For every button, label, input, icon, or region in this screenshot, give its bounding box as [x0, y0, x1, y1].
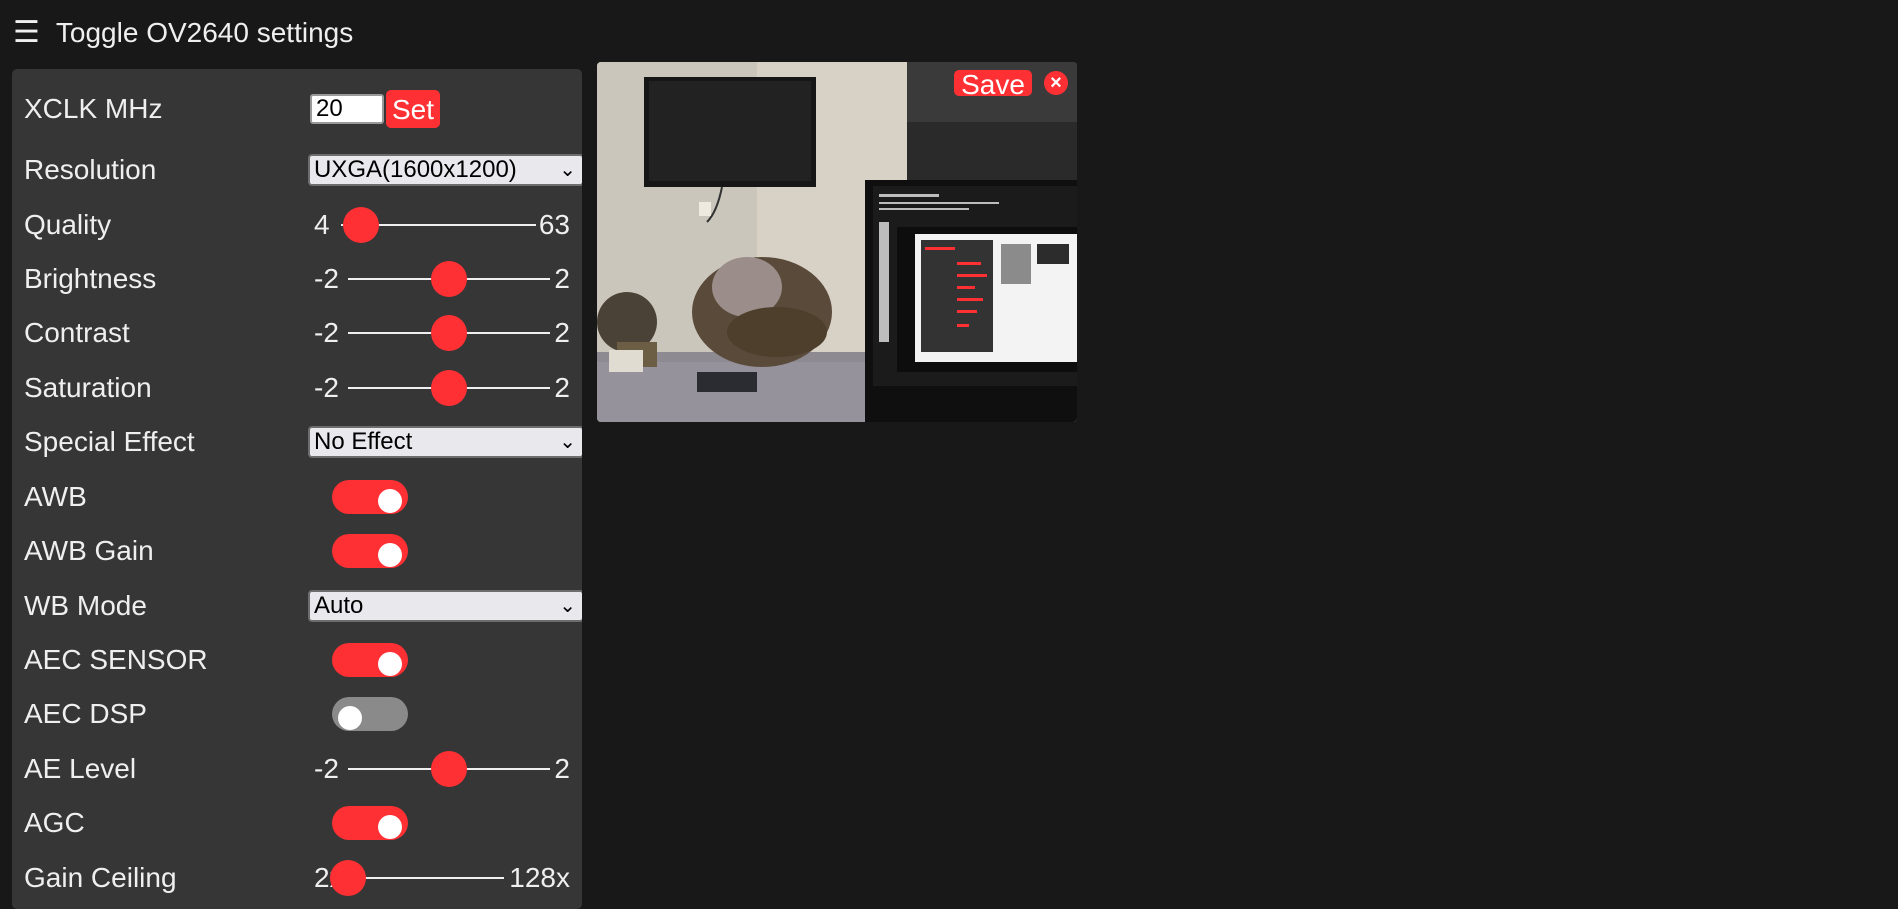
awb-toggle[interactable]	[332, 480, 408, 514]
gain-ceiling-label: Gain Ceiling	[24, 862, 177, 893]
special-effect-label: Special Effect	[24, 426, 195, 457]
aec-sensor-row: AEC SENSOR	[12, 633, 582, 687]
agc-row: AGC	[12, 796, 582, 850]
contrast-max: 2	[554, 317, 570, 348]
special-effect-selected: No Effect	[314, 428, 413, 455]
xclk-input[interactable]: 20	[310, 94, 384, 124]
agc-toggle[interactable]	[332, 806, 408, 840]
chevron-down-icon: ⌄	[559, 595, 576, 617]
awb-gain-toggle[interactable]	[332, 534, 408, 568]
xclk-set-button[interactable]: Set	[386, 90, 440, 128]
gain-ceiling-track[interactable]	[348, 877, 504, 879]
brightness-min: -2	[314, 263, 339, 294]
wb-mode-selected: Auto	[314, 592, 364, 619]
chevron-down-icon: ⌄	[559, 431, 576, 453]
resolution-row: Resolution UXGA(1600x1200) ⌄	[12, 143, 582, 197]
awb-gain-label: AWB Gain	[24, 535, 154, 566]
toggle-settings-label[interactable]: Toggle OV2640 settings	[56, 17, 353, 49]
saturation-row: Saturation -2 2	[12, 361, 582, 415]
agc-label: AGC	[24, 807, 85, 838]
contrast-min: -2	[314, 317, 339, 348]
quality-max: 63	[538, 209, 570, 240]
aec-dsp-toggle[interactable]	[332, 697, 408, 731]
ae-level-label: AE Level	[24, 753, 137, 784]
ae-level-slider-thumb[interactable]	[431, 751, 467, 787]
contrast-label: Contrast	[24, 317, 130, 348]
wb-mode-select[interactable]: Auto ⌄	[308, 590, 582, 622]
ae-level-row: AE Level -2 2	[12, 742, 582, 796]
aec-dsp-label: AEC DSP	[24, 698, 147, 729]
contrast-slider-thumb[interactable]	[431, 315, 467, 351]
aec-sensor-label: AEC SENSOR	[24, 644, 208, 675]
xclk-row: XCLK MHz 20 Set	[12, 82, 582, 136]
aec-sensor-toggle[interactable]	[332, 643, 408, 677]
resolution-label: Resolution	[24, 154, 157, 185]
ae-level-min: -2	[314, 753, 339, 784]
special-effect-select[interactable]: No Effect ⌄	[308, 426, 582, 458]
awb-row: AWB	[12, 470, 582, 524]
camera-frame	[597, 62, 1077, 422]
toggle-knob	[378, 815, 402, 839]
toggle-knob	[378, 489, 402, 513]
wb-mode-label: WB Mode	[24, 590, 147, 621]
brightness-max: 2	[554, 263, 570, 294]
saturation-min: -2	[314, 372, 339, 403]
chevron-down-icon: ⌄	[559, 159, 576, 181]
awb-gain-row: AWB Gain	[12, 524, 582, 578]
brightness-slider-thumb[interactable]	[431, 261, 467, 297]
quality-row: Quality 4 63	[12, 198, 582, 252]
quality-slider-thumb[interactable]	[342, 207, 379, 243]
saturation-max: 2	[554, 372, 570, 403]
xclk-label: XCLK MHz	[24, 93, 163, 124]
header: ☰ Toggle OV2640 settings	[0, 0, 1898, 66]
special-effect-row: Special Effect No Effect ⌄	[12, 415, 582, 469]
toggle-knob	[338, 706, 362, 730]
awb-label: AWB	[24, 481, 87, 512]
resolution-select[interactable]: UXGA(1600x1200) ⌄	[308, 154, 582, 186]
gain-ceiling-row: Gain Ceiling 2x 128x	[12, 851, 582, 905]
gain-ceiling-max: 128x	[509, 862, 570, 893]
contrast-row: Contrast -2 2	[12, 306, 582, 360]
saturation-slider-thumb[interactable]	[431, 370, 467, 406]
toggle-knob	[378, 543, 402, 567]
quality-label: Quality	[24, 209, 112, 240]
wb-mode-row: WB Mode Auto ⌄	[12, 579, 582, 633]
aec-dsp-row: AEC DSP	[12, 687, 582, 741]
brightness-row: Brightness -2 2	[12, 252, 582, 306]
save-button[interactable]: Save	[954, 70, 1032, 100]
gain-ceiling-slider-thumb[interactable]	[330, 860, 366, 896]
close-icon[interactable]: ×	[1044, 71, 1068, 95]
saturation-label: Saturation	[24, 372, 152, 403]
ae-level-max: 2	[554, 753, 570, 784]
hamburger-menu-icon[interactable]: ☰	[13, 18, 40, 48]
brightness-label: Brightness	[24, 263, 157, 294]
settings-panel: XCLK MHz 20 Set Resolution UXGA(1600x120…	[12, 69, 582, 909]
quality-min: 4	[314, 209, 330, 240]
resolution-selected: UXGA(1600x1200)	[314, 156, 517, 183]
toggle-knob	[378, 652, 402, 676]
camera-stream-image	[597, 62, 1077, 422]
